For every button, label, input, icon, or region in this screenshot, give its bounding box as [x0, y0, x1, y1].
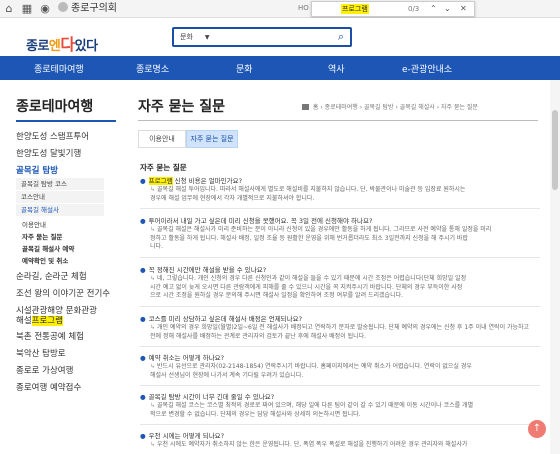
search-icon[interactable]: ⌕: [338, 30, 344, 44]
sidebar-sub3-reserve[interactable]: 골목길 해설사 예약: [22, 243, 74, 253]
main-nav: 종로테마여행 종로명소 문화 역사 e-관광안내소: [0, 56, 560, 80]
tab-faq[interactable]: 자주 묻는 질문: [186, 130, 238, 148]
faq-item: ● 예약 취소는 어떻게 하나요? ↳ 반드시 유선으로 관리자(02-2148-1…: [140, 354, 540, 386]
bullet-icon: ●: [140, 217, 146, 225]
grid-icon[interactable]: ▦: [20, 2, 34, 16]
faq-answer: ↳ 우천 시에도 예약자가 취소하지 않는 한은 운영됩니다. 단, 폭염 폭우 …: [150, 441, 468, 448]
nav-culture[interactable]: 문화: [236, 62, 253, 75]
faq-answer: 해설사 선생님이 현장에 나가서 계속 기다릴 우려가 있습니다.: [150, 371, 304, 379]
faq-item: ● 프로그램 신청 비용은 얼마인가요? ↳ 골목길 해설 투어입니다. 따라서 해…: [140, 177, 540, 209]
faq-question[interactable]: ● 투어이라서 내일 가고 싶은데 미리 신청을 못했어요. 꼭 3일 전에 신청…: [140, 217, 540, 226]
seal-icon[interactable]: ◉: [38, 2, 52, 16]
find-prev-button[interactable]: ⌃: [430, 3, 437, 15]
title-divider: [138, 120, 538, 121]
faq-item: ● 우천 시에는 어떻게 되나요? ↳ 우천 시에도 예약자가 취소하지 않는 한은…: [140, 432, 540, 450]
breadcrumb-item[interactable]: 골목길 해설사: [400, 104, 435, 111]
faq-answer: ↳ 골목길 해설은 해설사가 미리 준비하는 분이 아니라 신청이 있을 경우에만…: [150, 226, 492, 233]
search-category-select[interactable]: 문화 ▼: [180, 32, 210, 42]
main-content: 자주 묻는 질문 홈 › 종로테마여행 › 골목길 탐방 › 골목길 해설사 ›…: [126, 80, 550, 454]
faq-answer: ↳ 네, 그렇습니다. 개인 신청의 경우 다른 신청인과 같이 해설을 들을 수…: [150, 275, 467, 282]
sidebar-item-craft[interactable]: 북촌 전통공예 체험: [16, 330, 84, 342]
scrollbar[interactable]: [550, 80, 560, 454]
sidebar-item-stamp-tour[interactable]: 한양도성 스탬프투어: [16, 130, 89, 142]
find-highlight: 프로그램: [31, 316, 63, 326]
nav-history[interactable]: 역사: [328, 62, 345, 75]
bullet-icon: ●: [140, 393, 146, 401]
faq-answer: 니다.: [150, 243, 163, 250]
faq-item: ● 투어이라서 내일 가고 싶은데 미리 신청을 못했어요. 꼭 3일 전에 신청…: [140, 217, 540, 258]
sidebar-sub-course[interactable]: 골목길 탐방 코스: [16, 178, 104, 191]
council-link[interactable]: 종로구의회: [58, 2, 117, 16]
faq-answer: ↳ 반드시 유선으로 관리자(02-2148-1854) 연락주시기 바랍니다. …: [150, 363, 472, 370]
faq-answer: 으로 시간 조정을 원하실 경우 문의해 주시면 해설사 일정을 확인하여 조정…: [150, 292, 404, 299]
faq-question[interactable]: ● 골목길 탐방 시간이 너무 긴데 줄일 수 있나요?: [140, 393, 540, 402]
scrollbar-thumb[interactable]: [552, 110, 558, 190]
bullet-icon: ●: [140, 315, 146, 323]
bullet-icon: ●: [140, 266, 146, 274]
sidebar-item-sunla[interactable]: 순라길, 순라군 체험: [16, 270, 87, 282]
nav-attractions[interactable]: 종로명소: [136, 62, 169, 75]
sidebar-sub3-usage[interactable]: 이용안내: [22, 219, 46, 229]
faq-item: ● 꼭 정해진 시간에만 해설을 받을 수 있나요? ↳ 네, 그렇습니다. 개인 …: [140, 266, 540, 307]
bullet-icon: ●: [140, 177, 146, 185]
faq-answer: ↳ 골목길 해설 코스는 코스별 최적의 경로로 짜여 있으며, 해당 일에 다른…: [150, 402, 474, 409]
faq-question[interactable]: ● 코스를 미리 상담하고 싶은데 해설사 배정은 언제되나요?: [140, 315, 540, 324]
find-in-page-bar: 프로그램 0/3 ⌃ ⌄ ✕: [311, 1, 475, 17]
find-next-button[interactable]: ⌄: [444, 3, 451, 15]
sidebar-title-underline: [16, 120, 116, 122]
breadcrumb-item[interactable]: 종로테마여행: [325, 104, 358, 111]
search-box[interactable]: 문화 ▼ ⌕: [172, 27, 352, 47]
tab-usage[interactable]: 이용안내: [138, 130, 186, 148]
faq-answer: 적으로 변경할 수 없습니다. 단체의 경우는 담당 해설사와 상세히 의논하시…: [150, 410, 361, 418]
sidebar-item-virtual[interactable]: 종로로 가상여행: [16, 364, 73, 376]
sidebar-item-bukaksan[interactable]: 북악산 탐방로: [16, 347, 66, 359]
nav-tourist-info[interactable]: e-관광안내소: [402, 62, 452, 75]
sidebar-sub-guide[interactable]: 골목길 해설사: [16, 204, 104, 217]
sidebar-item-storyteller[interactable]: 조선 왕의 이야기꾼 전기수: [16, 287, 110, 299]
page-title: 자주 묻는 질문: [138, 99, 226, 115]
faq-question[interactable]: ● 우천 시에는 어떻게 되나요?: [140, 432, 540, 441]
header-tab-hint: HO: [298, 4, 309, 12]
find-close-button[interactable]: ✕: [460, 3, 467, 15]
faq-question[interactable]: ● 예약 취소는 어떻게 하나요?: [140, 354, 540, 363]
sidebar-sub-course-guide[interactable]: 코스안내: [16, 191, 104, 204]
faq-answer: 정하고 활동을 하게 됩니다. 해설사 배정, 일정 조율 등 원활한 운영을 …: [150, 234, 468, 242]
faq-question[interactable]: ● 꼭 정해진 시간에만 해설을 받을 수 있나요?: [140, 266, 540, 275]
section-title: 자주 묻는 질문: [140, 163, 187, 172]
faq-answer: 시간 예고 없이 늦게 오시면 다른 관람객에게 피해를 줄 수 있으니 시간을…: [150, 283, 463, 291]
sidebar-sub3-cancel[interactable]: 예약확인 및 취소: [22, 255, 68, 265]
sidebar-item-booking[interactable]: 종로여행 예약접수: [16, 381, 81, 393]
home-icon[interactable]: [302, 104, 309, 110]
scroll-to-top-button[interactable]: ↑: [528, 420, 546, 438]
sidebar-item-commentary[interactable]: 해설프로그램: [16, 314, 63, 326]
breadcrumb: 홈 › 종로테마여행 › 골목길 탐방 › 골목길 해설사 › 자주 묻는 질문: [302, 102, 478, 111]
home-icon[interactable]: ⌂: [2, 2, 16, 16]
sidebar-title: 종로테마여행: [16, 99, 94, 115]
faq-answer: 전에 정해 해설사를 배정하는 관계로 관리자의 검토가 끝난 후에 해설사 배…: [150, 332, 367, 340]
site-topbar: ⌂ ▦ ◉ 종로구의회 HO 프로그램 0/3 ⌃ ⌄ ✕: [0, 0, 560, 18]
bullet-icon: ●: [140, 354, 146, 362]
faq-question[interactable]: ● 프로그램 신청 비용은 얼마인가요?: [140, 177, 540, 186]
site-logo[interactable]: 종로엔다있다: [26, 31, 98, 55]
breadcrumb-item[interactable]: 골목길 탐방: [364, 104, 394, 111]
sidebar-item-alley-tour[interactable]: 골목길 탐방: [16, 164, 58, 176]
faq-answer: ↳ 골목길 해설 투어입니다. 따라서 해설사에게 별도로 해설비를 지불하지 않…: [150, 186, 466, 193]
breadcrumb-item[interactable]: 홈: [313, 104, 319, 111]
faq-answer: 경우에 해설 업무에 현장에서 각자 개별적으로 지불하셔야 합니다.: [150, 194, 315, 202]
sidebar: 종로테마여행 한양도성 스탬프투어 한양도성 달빛기행 골목길 탐방 골목길 탐…: [0, 80, 126, 454]
breadcrumb-item[interactable]: 자주 묻는 질문: [441, 104, 478, 111]
faq-answer: ↳ 개인 예약의 경우 희망일(월별)2일~6일 전 해설사가 배정되고 연락하기…: [150, 324, 530, 331]
find-count: 0/3: [408, 5, 420, 13]
sidebar-item-moonlight[interactable]: 한양도성 달빛기행: [16, 147, 81, 159]
site-header: 종로엔다있다 문화 ▼ ⌕: [0, 18, 560, 56]
faq-item: ● 코스를 미리 상담하고 싶은데 해설사 배정은 언제되나요? ↳ 개인 예약의 …: [140, 315, 540, 347]
chevron-down-icon: ▼: [204, 34, 210, 41]
nav-theme-travel[interactable]: 종로테마여행: [34, 62, 84, 75]
council-seal-icon: [58, 2, 68, 12]
find-query[interactable]: 프로그램: [341, 4, 369, 14]
bullet-icon: ●: [140, 432, 146, 440]
faq-item: ● 골목길 탐방 시간이 너무 긴데 줄일 수 있나요? ↳ 골목길 해설 코스는 …: [140, 393, 540, 425]
sidebar-sub3-faq[interactable]: 자주 묻는 질문: [22, 231, 62, 241]
